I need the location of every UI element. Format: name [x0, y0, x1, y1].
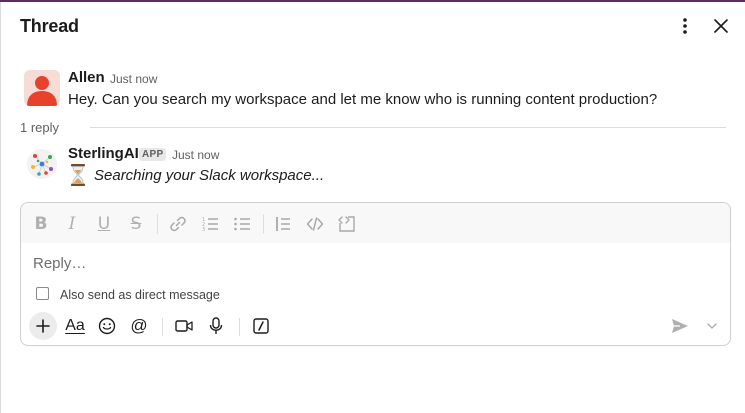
chevron-down-icon	[707, 323, 717, 329]
link-button[interactable]	[167, 213, 189, 235]
more-vertical-icon	[683, 18, 687, 34]
underline-icon: U	[97, 214, 111, 234]
blockquote-button[interactable]	[272, 213, 294, 235]
underline-button[interactable]: U	[93, 213, 115, 235]
ordered-list-button[interactable]: 1 2 3	[199, 213, 221, 235]
formatting-toolbar: B I U S 1 2 3	[21, 203, 730, 243]
emoji-icon	[98, 317, 116, 335]
status-text: Searching your Slack workspace...	[94, 167, 325, 184]
formatting-toggle-button[interactable]: Aa	[61, 312, 89, 340]
thread-header: Thread	[0, 0, 745, 52]
reply-input[interactable]	[33, 251, 713, 275]
toolbar-divider	[157, 214, 158, 234]
microphone-button[interactable]	[202, 312, 230, 340]
svg-text:3: 3	[202, 227, 205, 233]
send-icon	[672, 319, 688, 333]
link-icon	[170, 216, 186, 232]
send-button[interactable]	[668, 314, 692, 338]
toolbar-divider	[239, 318, 240, 336]
code-block-icon	[338, 216, 355, 232]
toolbar-divider	[263, 214, 264, 234]
bold-button[interactable]: B	[30, 213, 52, 235]
message-timestamp[interactable]: Just now	[172, 148, 219, 162]
app-logo-icon	[27, 149, 57, 179]
also-send-dm-checkbox[interactable]	[36, 287, 49, 300]
message-item: Allen Just now Hey. Can you search my wo…	[0, 66, 745, 114]
ordered-list-icon: 1 2 3	[202, 217, 218, 233]
app-badge: APP	[139, 148, 167, 161]
message-item: SterlingAI APP Just now Searching your S…	[0, 142, 745, 192]
slash-command-button[interactable]	[247, 312, 275, 340]
user-avatar-icon	[24, 70, 60, 106]
plus-icon	[36, 319, 50, 333]
bold-icon: B	[34, 214, 48, 234]
hourglass-icon	[71, 164, 85, 186]
close-icon	[714, 19, 728, 33]
attach-button[interactable]	[29, 312, 57, 340]
message-author[interactable]: SterlingAI	[68, 145, 139, 162]
code-icon	[306, 217, 324, 231]
video-icon	[175, 320, 193, 332]
slash-command-icon	[253, 318, 269, 334]
send-options-button[interactable]	[702, 314, 722, 338]
code-block-button[interactable]	[336, 213, 358, 235]
microphone-icon	[209, 317, 223, 334]
italic-button[interactable]: I	[61, 213, 83, 235]
avatar[interactable]	[24, 70, 60, 106]
also-send-dm-label: Also send as direct message	[60, 288, 220, 302]
more-options-button[interactable]	[673, 14, 697, 38]
close-button[interactable]	[709, 14, 733, 38]
toolbar-divider	[162, 318, 163, 336]
mention-icon: @	[130, 316, 148, 335]
strikethrough-button[interactable]: S	[125, 213, 147, 235]
composer-actions: Aa @	[21, 311, 730, 341]
italic-icon: I	[68, 214, 76, 234]
code-button[interactable]	[304, 213, 326, 235]
video-button[interactable]	[170, 312, 198, 340]
reply-count: 1 reply	[20, 120, 60, 135]
avatar[interactable]	[24, 146, 60, 182]
blockquote-icon	[276, 217, 290, 231]
strikethrough-icon: S	[130, 214, 142, 234]
message-timestamp[interactable]: Just now	[110, 72, 157, 86]
mention-button[interactable]: @	[125, 312, 153, 340]
reply-count-divider: 1 reply	[20, 119, 726, 137]
text-format-icon: Aa	[65, 317, 85, 334]
bulleted-list-icon	[234, 217, 250, 231]
reply-composer: B I U S 1 2 3 Reply… Also send as direct…	[20, 202, 731, 346]
emoji-button[interactable]	[93, 312, 121, 340]
bulleted-list-button[interactable]	[231, 213, 253, 235]
divider-line	[90, 127, 726, 128]
message-text: Hey. Can you search my workspace and let…	[68, 91, 658, 108]
page-title: Thread	[20, 16, 79, 36]
message-author[interactable]: Allen	[68, 69, 105, 86]
